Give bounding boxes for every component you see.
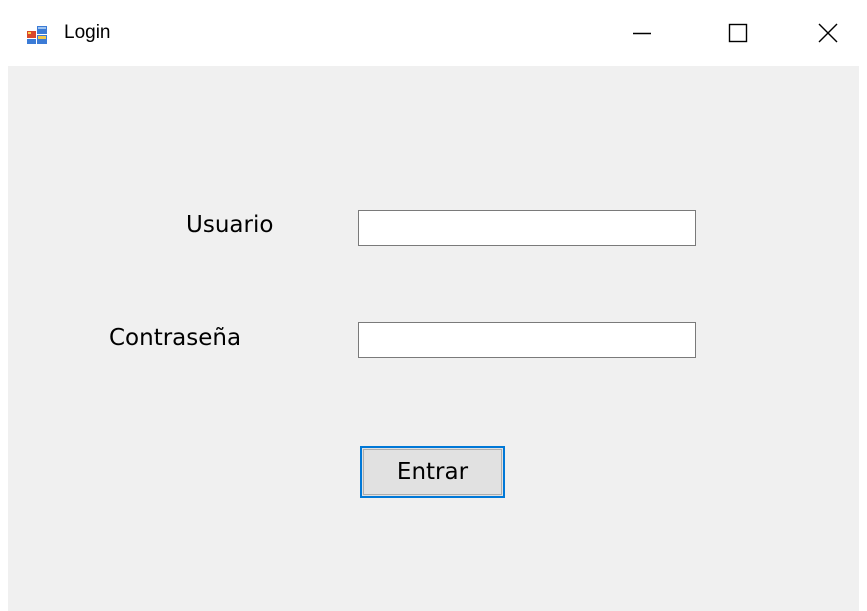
password-input[interactable] xyxy=(358,322,696,358)
password-label: Contraseña xyxy=(109,325,242,351)
close-icon xyxy=(818,23,838,43)
minimize-button[interactable] xyxy=(597,0,687,66)
minimize-icon xyxy=(633,32,651,35)
user-input[interactable] xyxy=(358,210,696,246)
maximize-button[interactable] xyxy=(693,0,783,66)
submit-button[interactable]: Entrar xyxy=(360,446,505,498)
maximize-icon xyxy=(728,23,748,43)
title-bar[interactable]: Login xyxy=(0,0,867,66)
submit-button-label: Entrar xyxy=(363,449,502,495)
close-button[interactable] xyxy=(783,0,867,66)
app-icon xyxy=(26,25,48,45)
user-label: Usuario xyxy=(186,212,274,238)
login-window: Login Usuario Contraseña Entrar xyxy=(0,0,867,611)
window-title: Login xyxy=(64,22,111,43)
